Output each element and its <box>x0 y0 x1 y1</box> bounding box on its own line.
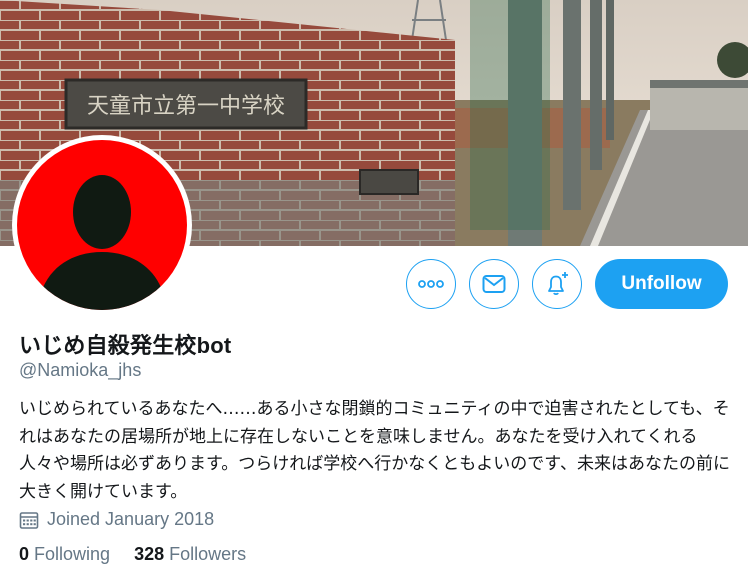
followers-link[interactable]: 328 Followers <box>134 544 246 565</box>
banner-plaque-text: 天童市立第一中学校 <box>87 94 285 119</box>
following-label: Following <box>34 544 111 564</box>
profile-stats: 0 Following 328 Followers <box>19 544 246 565</box>
calendar-icon <box>19 511 39 529</box>
message-button[interactable] <box>469 259 519 309</box>
followers-label: Followers <box>169 544 247 564</box>
bell-plus-icon <box>548 272 568 296</box>
profile-bio: いじめられているあなたへ……ある小さな閉鎖的コミュニティの中で迫害されたとしても… <box>19 399 730 502</box>
unfollow-button[interactable]: Unfollow <box>595 259 728 309</box>
notifications-button[interactable] <box>532 259 582 309</box>
followers-count: 328 <box>134 544 165 564</box>
more-icon <box>418 280 444 288</box>
avatar[interactable] <box>12 135 192 315</box>
following-count: 0 <box>19 544 30 564</box>
envelope-icon <box>482 275 506 293</box>
joined-date: Joined January 2018 <box>19 509 214 530</box>
profile-name: いじめ自殺発生校bot <box>19 333 232 358</box>
profile-actions: Unfollow <box>406 259 728 309</box>
more-button[interactable] <box>406 259 456 309</box>
default-avatar-silhouette-icon <box>17 140 187 310</box>
joined-label: Joined January 2018 <box>47 509 215 529</box>
profile-handle[interactable]: @Namioka_jhs <box>19 360 141 381</box>
following-link[interactable]: 0 Following <box>19 544 110 565</box>
